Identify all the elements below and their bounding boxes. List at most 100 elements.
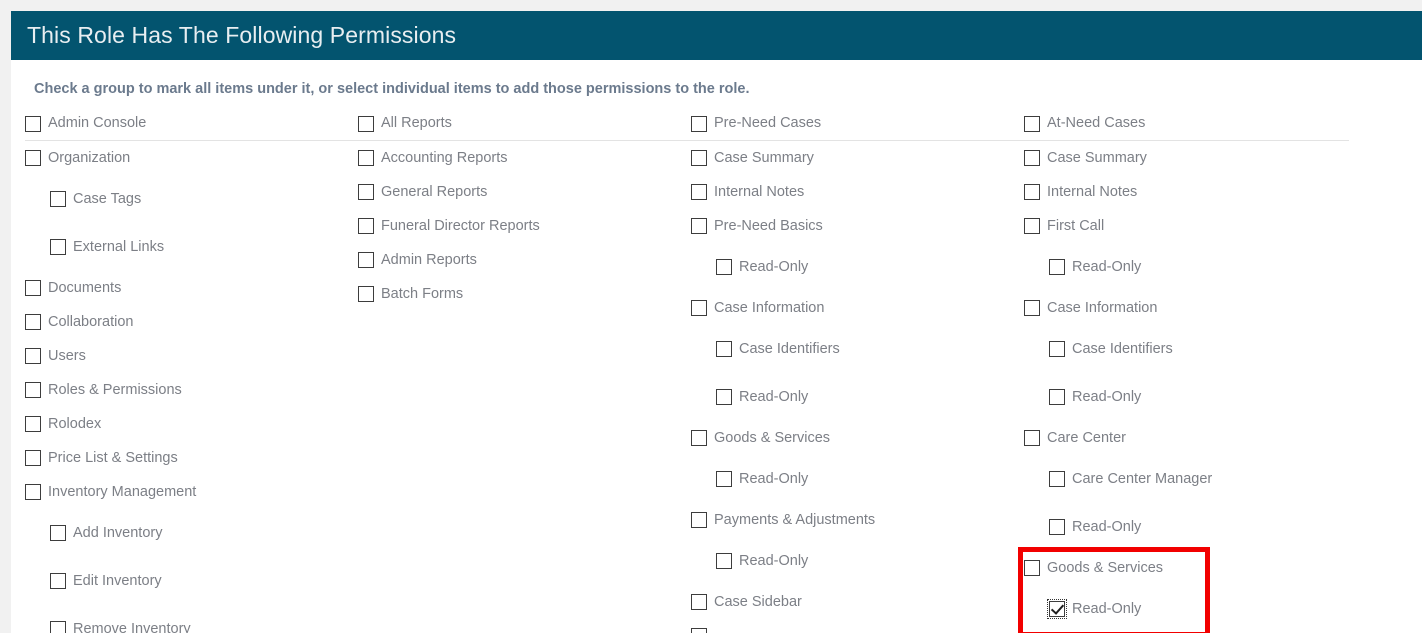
checkbox-unchecked-icon[interactable] [358,286,374,302]
checkbox-unchecked-icon[interactable] [1049,389,1065,405]
checkbox-unchecked-icon[interactable] [358,184,374,200]
permission-row[interactable]: External Links [25,223,358,271]
checkbox-unchecked-icon[interactable] [25,382,41,398]
permission-row[interactable]: Read-Only [691,455,1024,503]
checkbox-unchecked-icon[interactable] [50,621,66,633]
checkbox-unchecked-icon[interactable] [1049,259,1065,275]
permission-row[interactable]: Payments & Adjustments [691,503,1024,537]
checkbox-checked-icon[interactable] [1047,599,1067,619]
checkbox-unchecked-icon[interactable] [716,341,732,357]
permission-row[interactable]: Roles & Permissions [25,373,358,407]
permission-row[interactable]: Organization [25,141,358,175]
permission-row[interactable]: Case Tags [25,175,358,223]
checkbox-unchecked-icon[interactable] [25,115,41,132]
permission-row[interactable]: At-Need Cases [1024,107,1349,141]
permission-row[interactable]: Add Inventory [25,509,358,557]
checkbox-unchecked-icon[interactable] [691,115,707,132]
permission-row[interactable]: Edit Inventory [25,557,358,605]
permission-row[interactable]: Accounting Reports [358,141,691,175]
permission-label: Case Identifiers [1072,340,1173,357]
permission-row[interactable]: Care Center Manager [1024,455,1357,503]
permission-row[interactable]: Read-Only [1024,243,1357,291]
checkbox-unchecked-icon[interactable] [25,348,41,364]
checkbox-unchecked-icon[interactable] [25,416,41,432]
checkbox-unchecked-icon[interactable] [1024,300,1040,316]
checkbox-unchecked-icon[interactable] [358,115,374,132]
permission-row[interactable]: Case Summary [691,141,1024,175]
checkbox-unchecked-icon[interactable] [691,150,707,166]
permission-row[interactable]: Case Information [691,291,1024,325]
permission-label: Funeral Director Reports [381,217,540,234]
permission-row[interactable]: Read-Only [691,373,1024,421]
permission-row[interactable]: Read-Only [1024,373,1357,421]
permission-row[interactable]: Batch Forms [358,277,691,311]
permission-label: Documents [48,279,122,296]
permission-row[interactable]: Admin Console [25,107,358,141]
permission-row[interactable]: Case Summary [1024,141,1357,175]
checkbox-unchecked-icon[interactable] [50,525,66,541]
checkbox-unchecked-icon[interactable] [50,573,66,589]
permission-row[interactable]: General Reports [358,175,691,209]
checkbox-unchecked-icon[interactable] [716,553,732,569]
checkbox-unchecked-icon[interactable] [25,150,41,166]
permission-row[interactable]: Funeral Director Reports [358,209,691,243]
checkbox-unchecked-icon[interactable] [1024,115,1040,132]
checkbox-unchecked-icon[interactable] [691,512,707,528]
permission-row[interactable]: Internal Notes [691,175,1024,209]
permission-row[interactable]: Remove Inventory [25,605,358,633]
permission-row[interactable]: Documents [25,271,358,305]
checkbox-unchecked-icon[interactable] [716,259,732,275]
checkbox-unchecked-icon[interactable] [358,150,374,166]
permission-label: Read-Only [739,258,809,275]
permission-row[interactable]: Inventory Management [25,475,358,509]
permission-row[interactable]: Read-Only [691,537,1024,585]
permission-row[interactable]: Goods & Services [1024,551,1357,585]
checkbox-unchecked-icon[interactable] [691,218,707,234]
permission-row[interactable]: Rolodex [25,407,358,441]
checkbox-unchecked-icon[interactable] [1049,471,1065,487]
checkbox-unchecked-icon[interactable] [691,430,707,446]
checkbox-unchecked-icon[interactable] [1024,150,1040,166]
permission-label: Goods & Services [714,429,831,446]
permission-row[interactable]: Case Sidebar [691,585,1024,619]
permission-row[interactable]: Case Identifiers [691,325,1024,373]
permission-row[interactable]: Case Information [1024,291,1357,325]
permission-row[interactable]: First Call [1024,209,1357,243]
permission-row[interactable]: Price List & Settings [25,441,358,475]
checkbox-unchecked-icon[interactable] [50,239,66,255]
permission-row[interactable]: Read-Only [1024,585,1357,633]
permission-row[interactable]: Users [25,339,358,373]
checkbox-unchecked-icon[interactable] [25,450,41,466]
checkbox-unchecked-icon[interactable] [716,471,732,487]
checkbox-unchecked-icon[interactable] [691,184,707,200]
checkbox-unchecked-icon[interactable] [1024,560,1040,576]
permission-row[interactable]: Internal Notes [1024,175,1357,209]
permission-row[interactable]: Read-Only [691,243,1024,291]
permission-row[interactable]: Read-Only [1024,503,1357,551]
checkbox-unchecked-icon[interactable] [1049,519,1065,535]
checkbox-unchecked-icon[interactable] [691,594,707,610]
permission-row[interactable]: Admin Reports [358,243,691,277]
checkbox-unchecked-icon[interactable] [716,389,732,405]
permission-row[interactable]: Pre-Need Cases [691,107,1024,141]
checkbox-unchecked-icon[interactable] [1049,341,1065,357]
checkbox-unchecked-icon[interactable] [1024,218,1040,234]
checkbox-unchecked-icon[interactable] [1024,430,1040,446]
permission-row[interactable]: Care Center [1024,421,1357,455]
checkbox-unchecked-icon[interactable] [691,628,707,633]
permission-row[interactable]: Case Identifiers [1024,325,1357,373]
permission-row[interactable] [691,619,1024,633]
checkbox-unchecked-icon[interactable] [1024,184,1040,200]
checkbox-unchecked-icon[interactable] [691,300,707,316]
permission-row[interactable]: All Reports [358,107,691,141]
permission-row[interactable]: Collaboration [25,305,358,339]
checkbox-unchecked-icon[interactable] [358,218,374,234]
permission-label: At-Need Cases [1047,115,1146,132]
checkbox-unchecked-icon[interactable] [25,280,41,296]
checkbox-unchecked-icon[interactable] [50,191,66,207]
checkbox-unchecked-icon[interactable] [358,252,374,268]
checkbox-unchecked-icon[interactable] [25,484,41,500]
checkbox-unchecked-icon[interactable] [25,314,41,330]
permission-row[interactable]: Goods & Services [691,421,1024,455]
permission-row[interactable]: Pre-Need Basics [691,209,1024,243]
